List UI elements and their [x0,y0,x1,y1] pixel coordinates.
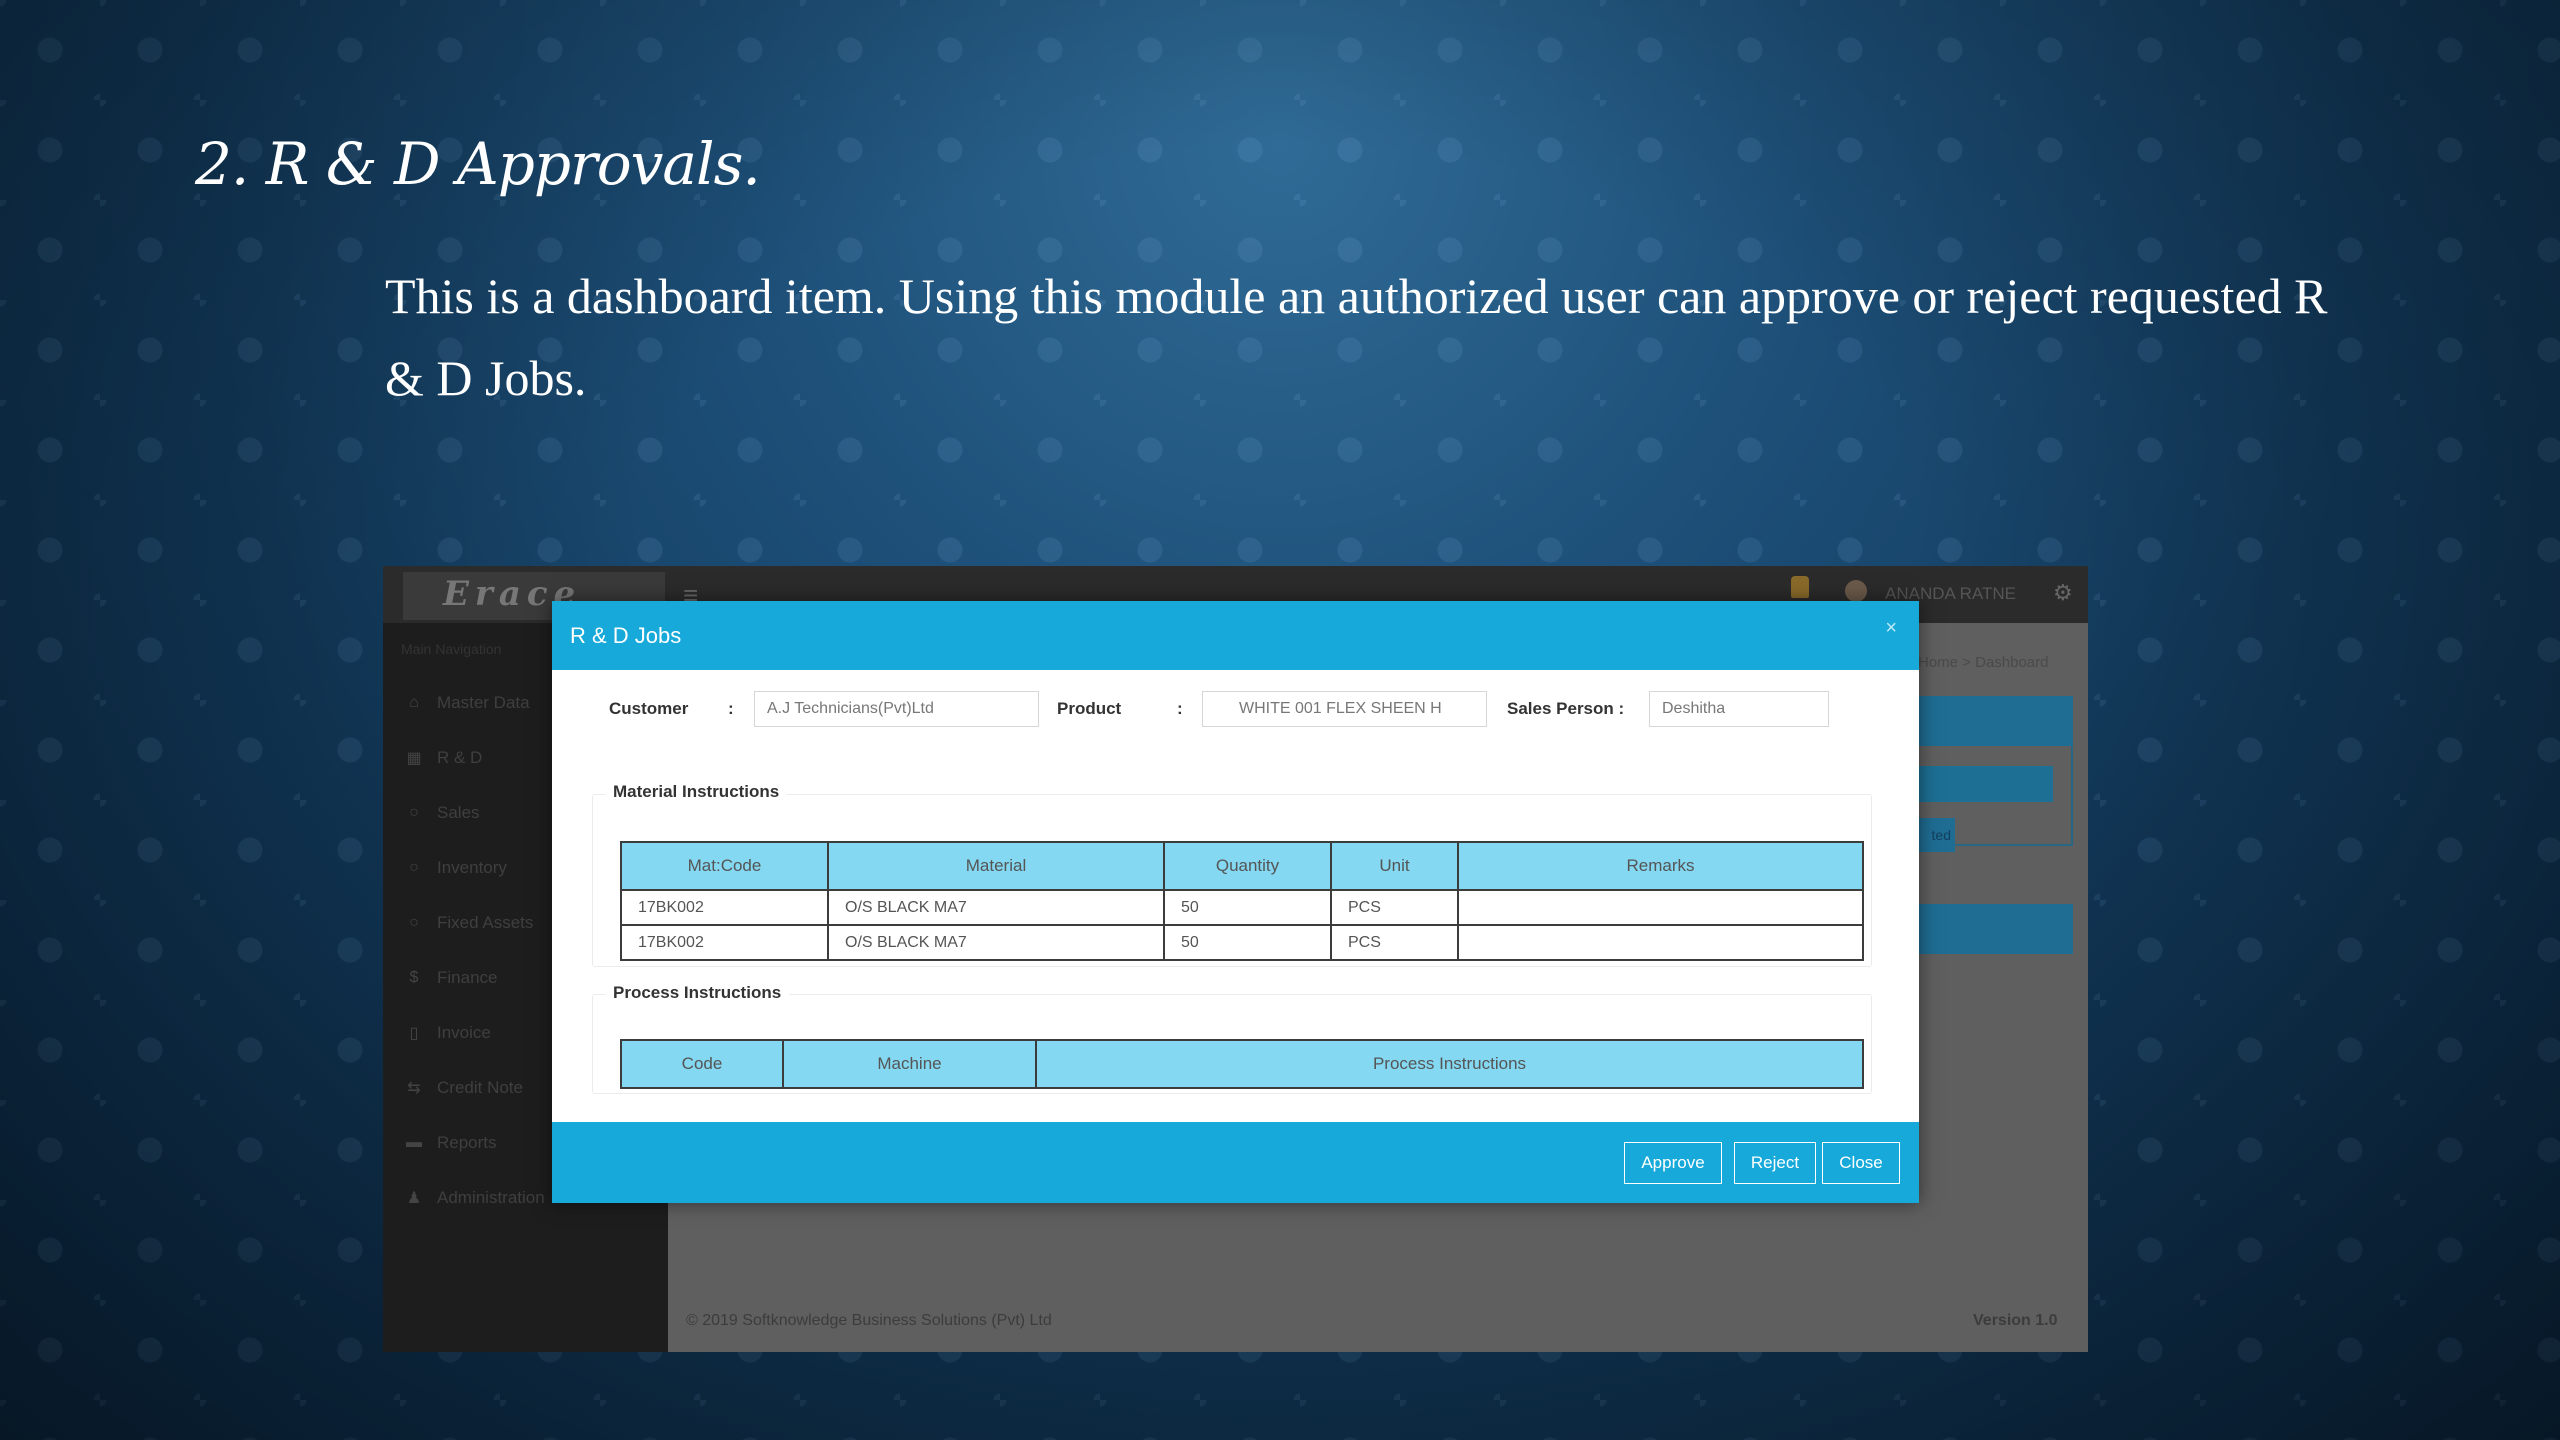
home-icon: ⌂ [409,693,419,711]
slide-description: This is a dashboard item. Using this mod… [385,268,2328,406]
approve-button[interactable]: Approve [1624,1142,1722,1184]
material-header-cell[interactable]: Remarks [1457,841,1864,891]
rd-jobs-modal: R & D Jobs × Customer : A.J Technicians(… [552,601,1919,1203]
modal-title: R & D Jobs [570,623,682,648]
product-label: Product [1057,699,1122,718]
circle-icon: ○ [409,803,419,821]
sales-person-field[interactable]: Deshitha [1649,691,1829,727]
slide-title: 2. R & D Approvals. [195,130,761,198]
product-field[interactable]: WHITE 001 FLEX SHEEN H [1202,691,1487,727]
share-icon[interactable]: ⚙ [2053,580,2073,606]
footer-version: Version 1.0 [1973,1312,2058,1329]
sales-person-label: Sales Person : [1507,699,1625,718]
sidebar-item-label: Administration [437,1187,545,1207]
modal-footer: Approve Reject Close [552,1122,1919,1203]
bell-icon[interactable] [1791,576,1809,598]
material-cell [1457,889,1864,926]
sidebar-item-label: Reports [437,1132,497,1152]
material-cell: O/S BLACK MA7 [827,889,1165,926]
circle-icon: ○ [409,858,419,876]
material-cell: 50 [1163,889,1332,926]
reject-button[interactable]: Reject [1734,1142,1816,1184]
user-icon: ♟ [406,1189,422,1207]
material-row[interactable]: 17BK002 O/S BLACK MA7 50 PCS [620,889,1864,926]
retweet-icon: ⇆ [407,1079,421,1097]
close-button[interactable]: Close [1822,1142,1900,1184]
sidebar-item-label: Sales [437,802,480,822]
sidebar-item-label: Invoice [437,1022,491,1042]
file-icon: ▯ [409,1024,419,1042]
sidebar-item-label: Finance [437,967,498,987]
sidebar-item-label: Inventory [437,857,507,877]
material-cell: O/S BLACK MA7 [827,924,1165,961]
material-header-cell[interactable]: Mat:Code [620,841,829,891]
process-header-cell[interactable]: Machine [782,1039,1037,1089]
customer-colon: : [728,699,734,718]
circle-icon: ○ [409,913,419,931]
sidebar-item-label: Credit Note [437,1077,523,1097]
close-icon[interactable]: × [1885,617,1897,640]
material-cell: PCS [1330,924,1459,961]
material-cell [1457,924,1864,961]
process-table: Code Machine Process Instructions [620,1039,1864,1089]
process-header-cell[interactable]: Code [620,1039,784,1089]
grid-icon: ▦ [406,749,422,767]
product-colon: : [1177,699,1183,718]
breadcrumb[interactable]: Home > Dashboard [1918,654,2049,671]
footer-copyright: © 2019 Softknowledge Business Solutions … [686,1312,1052,1329]
sidebar-item-label: Master Data [437,692,530,712]
material-header-cell[interactable]: Unit [1330,841,1459,891]
material-cell: 17BK002 [620,924,829,961]
material-cell: PCS [1330,889,1459,926]
material-table: Mat:Code Material Quantity Unit Remarks 17BK… [620,841,1864,961]
material-cell: 17BK002 [620,889,829,926]
sidebar-item-label: Fixed Assets [437,912,534,932]
material-instructions-legend: Material Instructions [605,782,788,802]
customer-field[interactable]: A.J Technicians(Pvt)Ltd [754,691,1039,727]
material-cell: 50 [1163,924,1332,961]
material-header-cell[interactable]: Quantity [1163,841,1332,891]
sidebar-item-label: R & D [437,747,483,767]
customer-label: Customer [609,699,689,718]
dollar-icon: $ [409,968,419,986]
material-row[interactable]: 17BK002 O/S BLACK MA7 50 PCS [620,924,1864,961]
process-header-cell[interactable]: Process Instructions [1035,1039,1864,1089]
avatar[interactable] [1845,580,1867,602]
folder-icon: ▬ [406,1133,422,1151]
job-info-row: Customer : A.J Technicians(Pvt)Ltd Produ… [552,691,1919,731]
process-instructions-legend: Process Instructions [605,983,790,1003]
modal-header: R & D Jobs × [552,601,1919,670]
material-header-cell[interactable]: Material [827,841,1165,891]
